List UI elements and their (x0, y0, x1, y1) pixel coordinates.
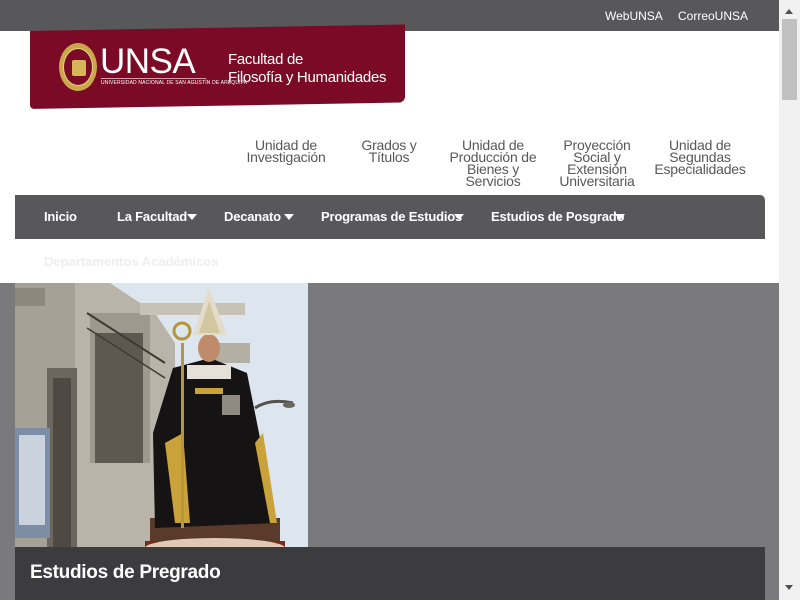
secondary-link-proyeccion[interactable]: Proyección Social y Extensión Universita… (555, 138, 639, 188)
nav-item-label: La Facultad (117, 209, 188, 224)
correounsa-link[interactable]: CorreoUNSA (678, 9, 748, 23)
chevron-down-icon (615, 214, 625, 220)
chevron-down-icon (284, 214, 294, 220)
unsa-wordmark: UNSA (100, 42, 196, 81)
main-navigation: Inicio La Facultad Decanato Programas de… (15, 195, 765, 239)
university-seal-icon (59, 43, 97, 91)
webunsa-link[interactable]: WebUNSA (605, 9, 663, 23)
secondary-link-investigacion[interactable]: Unidad de Investigación (246, 138, 326, 164)
faculty-name-line-2: Filosofía y Humanidades (228, 69, 387, 86)
wordmark-divider (101, 78, 206, 79)
faculty-name: Facultad de Filosofía y Humanidades (228, 51, 386, 87)
scroll-up-arrow-icon (785, 9, 793, 14)
nav-item-estudios-de-posgrado[interactable]: Estudios de Posgrado (491, 195, 624, 239)
nav-item-la-facultad[interactable]: La Facultad (117, 195, 187, 239)
chevron-down-icon (187, 214, 197, 220)
secondary-link-produccion[interactable]: Unidad de Producción de Bienes y Servici… (447, 138, 539, 188)
nav-item-inicio[interactable]: Inicio (44, 195, 77, 239)
secondary-link-segundas-especialidades[interactable]: Unidad de Segundas Especialidades (652, 138, 748, 176)
faculty-name-line-1: Facultad de (228, 51, 304, 68)
nav-item-decanato[interactable]: Decanato (224, 195, 281, 239)
nav-item-programas-de-estudios[interactable]: Programas de Estudios (321, 195, 462, 239)
nav-item-label: Estudios de Posgrado (491, 209, 625, 224)
nav-item-departamentos-academicos[interactable]: Departamentos Académicos (44, 254, 218, 269)
nav-item-label: Inicio (44, 209, 77, 224)
scrollbar-thumb[interactable] (782, 19, 797, 100)
page: WebUNSA CorreoUNSA UNSA UNIVERSIDAD NACI… (0, 0, 779, 600)
nav-item-label: Decanato (224, 209, 281, 224)
nav-item-label: Programas de Estudios (321, 209, 463, 224)
hero-caption-link[interactable]: Estudios de Pregrado (30, 562, 221, 584)
chevron-down-icon (454, 214, 464, 220)
scroll-down-arrow-icon (785, 585, 793, 590)
university-tagline: UNIVERSIDAD NACIONAL DE SAN AGUSTÍN DE A… (101, 80, 248, 86)
secondary-link-grados[interactable]: Grados y Títulos (358, 138, 420, 164)
